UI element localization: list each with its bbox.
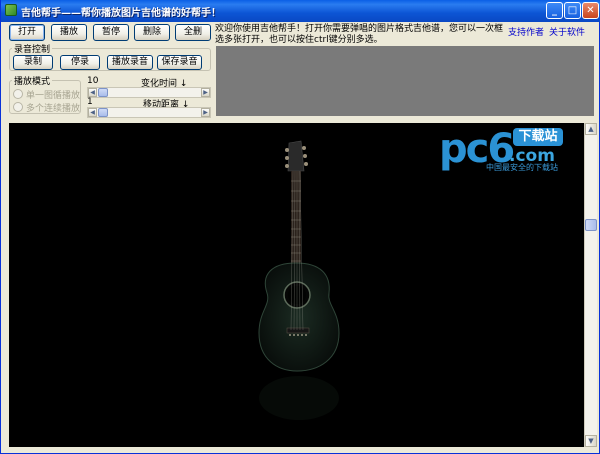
minimize-button[interactable]: _ [546, 2, 563, 19]
file-list-panel[interactable] [216, 46, 594, 116]
move-distance-slider[interactable]: ◀ ▶ [87, 107, 211, 118]
scrollbar-thumb[interactable] [585, 219, 597, 231]
about-link[interactable]: 关于软件 [549, 25, 585, 38]
scroll-left-icon[interactable]: ◀ [88, 88, 97, 97]
radio-circle-icon [13, 89, 23, 99]
slider-thumb[interactable] [98, 88, 108, 97]
watermark-tagline: 中国最安全的下载站 [486, 163, 558, 172]
viewer-vertical-scrollbar[interactable]: ▲ ▼ [584, 123, 597, 447]
play-button[interactable]: 播放 [51, 24, 87, 41]
scroll-right-icon[interactable]: ▶ [201, 88, 210, 97]
clear-all-button[interactable]: 全删 [175, 24, 211, 41]
support-author-link[interactable]: 支持作者 [508, 25, 544, 38]
move-distance-value: 1 [87, 97, 93, 107]
play-mode-title: 播放模式 [12, 74, 53, 87]
scroll-left-icon[interactable]: ◀ [88, 108, 97, 117]
scroll-down-icon[interactable]: ▼ [585, 435, 597, 447]
save-record-button[interactable]: 保存录音 [157, 55, 202, 70]
close-button[interactable]: ✕ [582, 2, 599, 19]
scroll-up-icon[interactable]: ▲ [585, 123, 597, 135]
app-icon [5, 4, 17, 16]
record-button[interactable]: 录制 [13, 55, 53, 70]
window-title: 吉他帮手——帮你播放图片吉他谱的好帮手！ [21, 8, 221, 19]
title-bar[interactable]: 吉他帮手——帮你播放图片吉他谱的好帮手！ _ □ ✕ [1, 0, 600, 22]
delete-button[interactable]: 删除 [134, 24, 170, 41]
radio-circle-icon [13, 102, 23, 112]
open-button[interactable]: 打开 [9, 24, 45, 41]
pause-button[interactable]: 暂停 [93, 24, 129, 41]
single-loop-label: 单一图循播放 [26, 91, 81, 101]
multi-continuous-label: 多个连续播放 [26, 104, 81, 114]
change-time-value: 10 [87, 76, 99, 86]
single-loop-radio[interactable]: 单一图循播放 [13, 88, 80, 101]
welcome-text: 欢迎你使用吉他帮手！打开你需要弹唱的图片格式吉他谱，您可以一次框选多张打开，也可… [215, 24, 504, 45]
image-viewer[interactable]: pc6 下载站 .com 中国最安全的下载站 [9, 123, 584, 447]
app-window: 吉他帮手——帮你播放图片吉他谱的好帮手！ _ □ ✕ 打开 播放 暂停 删除 全… [0, 0, 600, 454]
play-record-button[interactable]: 播放录音 [107, 55, 153, 70]
record-group-title: 录音控制 [12, 42, 53, 55]
multi-continuous-radio[interactable]: 多个连续播放 [13, 101, 80, 114]
slider-thumb[interactable] [98, 108, 108, 117]
scroll-right-icon[interactable]: ▶ [201, 108, 210, 117]
maximize-button[interactable]: □ [564, 2, 581, 19]
watermark-badge: 下载站 [513, 128, 563, 146]
stop-record-button[interactable]: 停录 [60, 55, 100, 70]
